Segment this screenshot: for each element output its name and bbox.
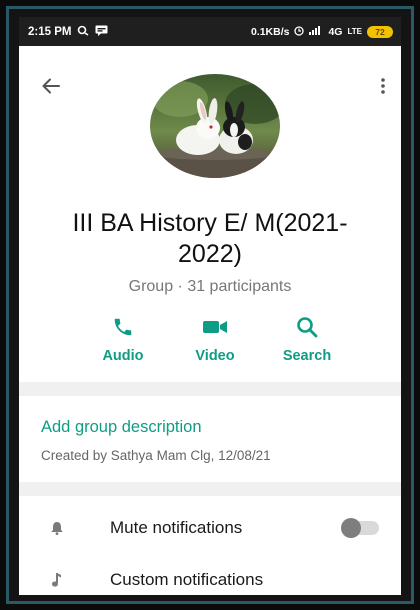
- network-type: 4G: [328, 25, 343, 38]
- search-icon: [297, 317, 318, 338]
- battery-indicator: 72: [367, 25, 393, 38]
- section-divider: [19, 482, 401, 496]
- mute-notifications-toggle[interactable]: [341, 518, 379, 538]
- status-bar: 2:15 PM 0.1KB/s 4G LTE 72: [19, 17, 401, 46]
- search-button[interactable]: Search: [272, 316, 342, 364]
- audio-label: Audio: [102, 348, 144, 364]
- profile-header: [19, 46, 401, 216]
- add-group-description-link[interactable]: Add group description: [41, 418, 379, 437]
- toggle-knob: [341, 518, 361, 538]
- video-label: Video: [195, 348, 235, 364]
- custom-notifications-row[interactable]: Custom notifications: [19, 554, 401, 595]
- search-label: Search: [282, 348, 332, 364]
- custom-notifications-label: Custom notifications: [110, 570, 264, 589]
- section-divider: [19, 382, 401, 396]
- group-name: III BA History E/ M(2021-2022): [72, 209, 348, 268]
- created-by-text: Created by Sathya Mam Clg, 12/08/21: [41, 448, 271, 463]
- network-speed: 0.1KB/s: [250, 25, 290, 38]
- action-bar: Audio Video Search: [29, 316, 401, 364]
- more-vertical-icon: [381, 78, 385, 94]
- alarm-icon: [294, 25, 305, 39]
- audio-call-button[interactable]: Audio: [88, 316, 158, 364]
- phone-screen: 2:15 PM 0.1KB/s 4G LTE 72 III BA History…: [19, 17, 401, 595]
- description-section: Add group description Created by Sathya …: [19, 396, 401, 482]
- group-avatar[interactable]: [150, 74, 280, 178]
- notification-icon: [77, 25, 89, 39]
- bell-icon: [49, 521, 65, 535]
- phone-icon: [114, 318, 132, 336]
- mute-notifications-row[interactable]: Mute notifications: [19, 502, 401, 554]
- back-button[interactable]: [37, 72, 65, 100]
- group-title-block: III BA History E/ M(2021-2022) Group · 3…: [19, 208, 401, 296]
- rabbits-photo: [150, 74, 280, 178]
- signal-icon: [309, 25, 323, 38]
- lte-label: LTE: [347, 27, 362, 36]
- arrow-left-icon: [42, 78, 60, 94]
- group-participants: Group · 31 participants: [128, 278, 292, 295]
- message-icon: [95, 25, 108, 39]
- video-camera-icon: [203, 321, 227, 333]
- mute-notifications-label: Mute notifications: [110, 518, 243, 537]
- music-note-icon: [49, 572, 65, 588]
- video-call-button[interactable]: Video: [180, 316, 250, 364]
- status-time: 2:15 PM: [28, 25, 72, 38]
- more-options-button[interactable]: [371, 72, 395, 100]
